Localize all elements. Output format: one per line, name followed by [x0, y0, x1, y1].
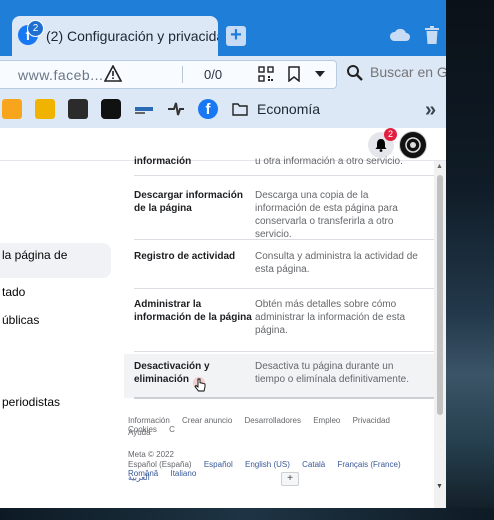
bookmarks-more-button[interactable]: »	[425, 99, 436, 122]
row-divider	[134, 175, 434, 176]
row-title-registro[interactable]: Registro de actividad	[134, 250, 256, 263]
bell-icon	[375, 139, 387, 152]
language-link[interactable]: Français (France)	[337, 460, 400, 469]
row-title-administrar[interactable]: Administrar la información de la página	[134, 298, 256, 324]
language-link[interactable]: Español (España)	[128, 460, 192, 469]
sidebar-item-publicas[interactable]: úblicas	[2, 313, 39, 327]
footer-link[interactable]: Información	[128, 416, 170, 425]
bookmark-blogger-icon[interactable]	[2, 99, 22, 119]
bookmark-dark-icon[interactable]	[68, 99, 88, 119]
bookmark-tool-icon[interactable]	[166, 99, 186, 119]
tab-active[interactable]: f 2 (2) Configuración y privacidad	[12, 16, 218, 56]
hand-cursor-icon	[193, 377, 206, 392]
bookmark-facebook-icon[interactable]: f	[198, 99, 218, 119]
row-desc-descargar: Descarga una copia de la información de …	[255, 190, 398, 240]
bookmarks-bar: f Economía »	[0, 90, 446, 128]
tab-strip: f 2 (2) Configuración y privacidad +	[0, 0, 446, 56]
cloud-sync-icon[interactable]	[389, 28, 411, 42]
row-title-descargar[interactable]: Descargar información de la página	[134, 189, 256, 215]
trash-icon[interactable]	[424, 26, 440, 44]
more-languages-button[interactable]: +	[281, 472, 299, 486]
settings-panel: información u otra información a otro se…	[124, 156, 434, 508]
avatar-logo-icon	[405, 137, 421, 153]
footer-link-ayuda[interactable]: Ayuda	[128, 428, 151, 437]
new-tab-button[interactable]: +	[226, 25, 246, 46]
row-desc-administrar: Obtén más detalles sobre cómo administra…	[255, 299, 406, 336]
browser-window: f 2 (2) Configuración y privacidad + www…	[0, 0, 446, 508]
qr-code-icon[interactable]	[258, 66, 274, 82]
search-input[interactable]	[370, 64, 446, 80]
footer-link[interactable]: Crear anuncio	[182, 416, 232, 425]
language-link[interactable]: English (US)	[245, 460, 290, 469]
sidebar-item-pagina[interactable]: la página de	[2, 248, 67, 262]
address-bar-row: www.faceb... 0/0	[0, 56, 446, 90]
desktop-taskbar-edge	[0, 508, 494, 520]
footer-links: Información Crear anuncio Desarrolladore…	[128, 416, 434, 434]
settings-sidebar: la página de tado úblicas periodistas	[0, 161, 118, 508]
row-title-informacion[interactable]: información	[134, 155, 256, 168]
language-link[interactable]: العربية	[128, 473, 150, 482]
row-divider	[134, 397, 434, 399]
row-divider	[134, 239, 434, 240]
footer-copyright: Meta © 2022	[128, 450, 174, 459]
scroll-down-arrow-icon[interactable]: ▼	[436, 483, 443, 490]
sidebar-item-estado[interactable]: tado	[2, 285, 25, 299]
chevron-down-icon[interactable]	[314, 70, 326, 78]
notifications-badge: 2	[384, 128, 397, 141]
url-text[interactable]: www.faceb...	[18, 67, 103, 83]
zoom-indicator[interactable]: 0/0	[204, 67, 222, 82]
bookmark-black-icon[interactable]	[101, 99, 121, 119]
row-desc-informacion: u otra información a otro servicio.	[255, 156, 403, 167]
footer-link[interactable]: Desarrolladores	[245, 416, 301, 425]
footer-link[interactable]: Empleo	[313, 416, 340, 425]
sidebar-item-periodistas[interactable]: periodistas	[2, 395, 60, 409]
warning-icon[interactable]	[104, 65, 122, 82]
tab-title: (2) Configuración y privacidad	[46, 28, 218, 44]
language-link[interactable]: Català	[302, 460, 325, 469]
bookmark-yellow-icon[interactable]	[35, 99, 55, 119]
url-bar[interactable]: www.faceb... 0/0	[0, 60, 337, 89]
folder-icon[interactable]	[232, 102, 248, 116]
language-link[interactable]: Italiano	[170, 469, 196, 478]
tab-notification-badge: 2	[27, 20, 44, 37]
scroll-up-arrow-icon[interactable]: ▲	[436, 163, 443, 170]
row-divider	[134, 288, 434, 289]
footer-link[interactable]: C	[169, 425, 175, 434]
bookmark-bars-icon[interactable]	[134, 99, 154, 119]
search-icon[interactable]	[346, 64, 364, 82]
language-link[interactable]: Español	[204, 460, 233, 469]
footer-languages-line2: العربية	[128, 473, 160, 482]
bookmark-folder-economia[interactable]: Economía	[257, 101, 320, 117]
row-divider	[134, 351, 434, 352]
url-bar-divider	[182, 66, 183, 83]
footer-links-line2: Ayuda	[128, 428, 161, 437]
bookmark-icon[interactable]	[288, 66, 300, 82]
row-desc-registro: Consulta y administra la actividad de es…	[255, 251, 418, 275]
scroll-thumb[interactable]	[437, 175, 443, 415]
footer-link[interactable]: Privacidad	[353, 416, 390, 425]
desktop-background	[446, 0, 494, 520]
page-scrollbar[interactable]: ▲ ▼	[434, 161, 446, 508]
row-desc-desactivacion: Desactiva tu página durante un tiempo o …	[255, 361, 409, 385]
